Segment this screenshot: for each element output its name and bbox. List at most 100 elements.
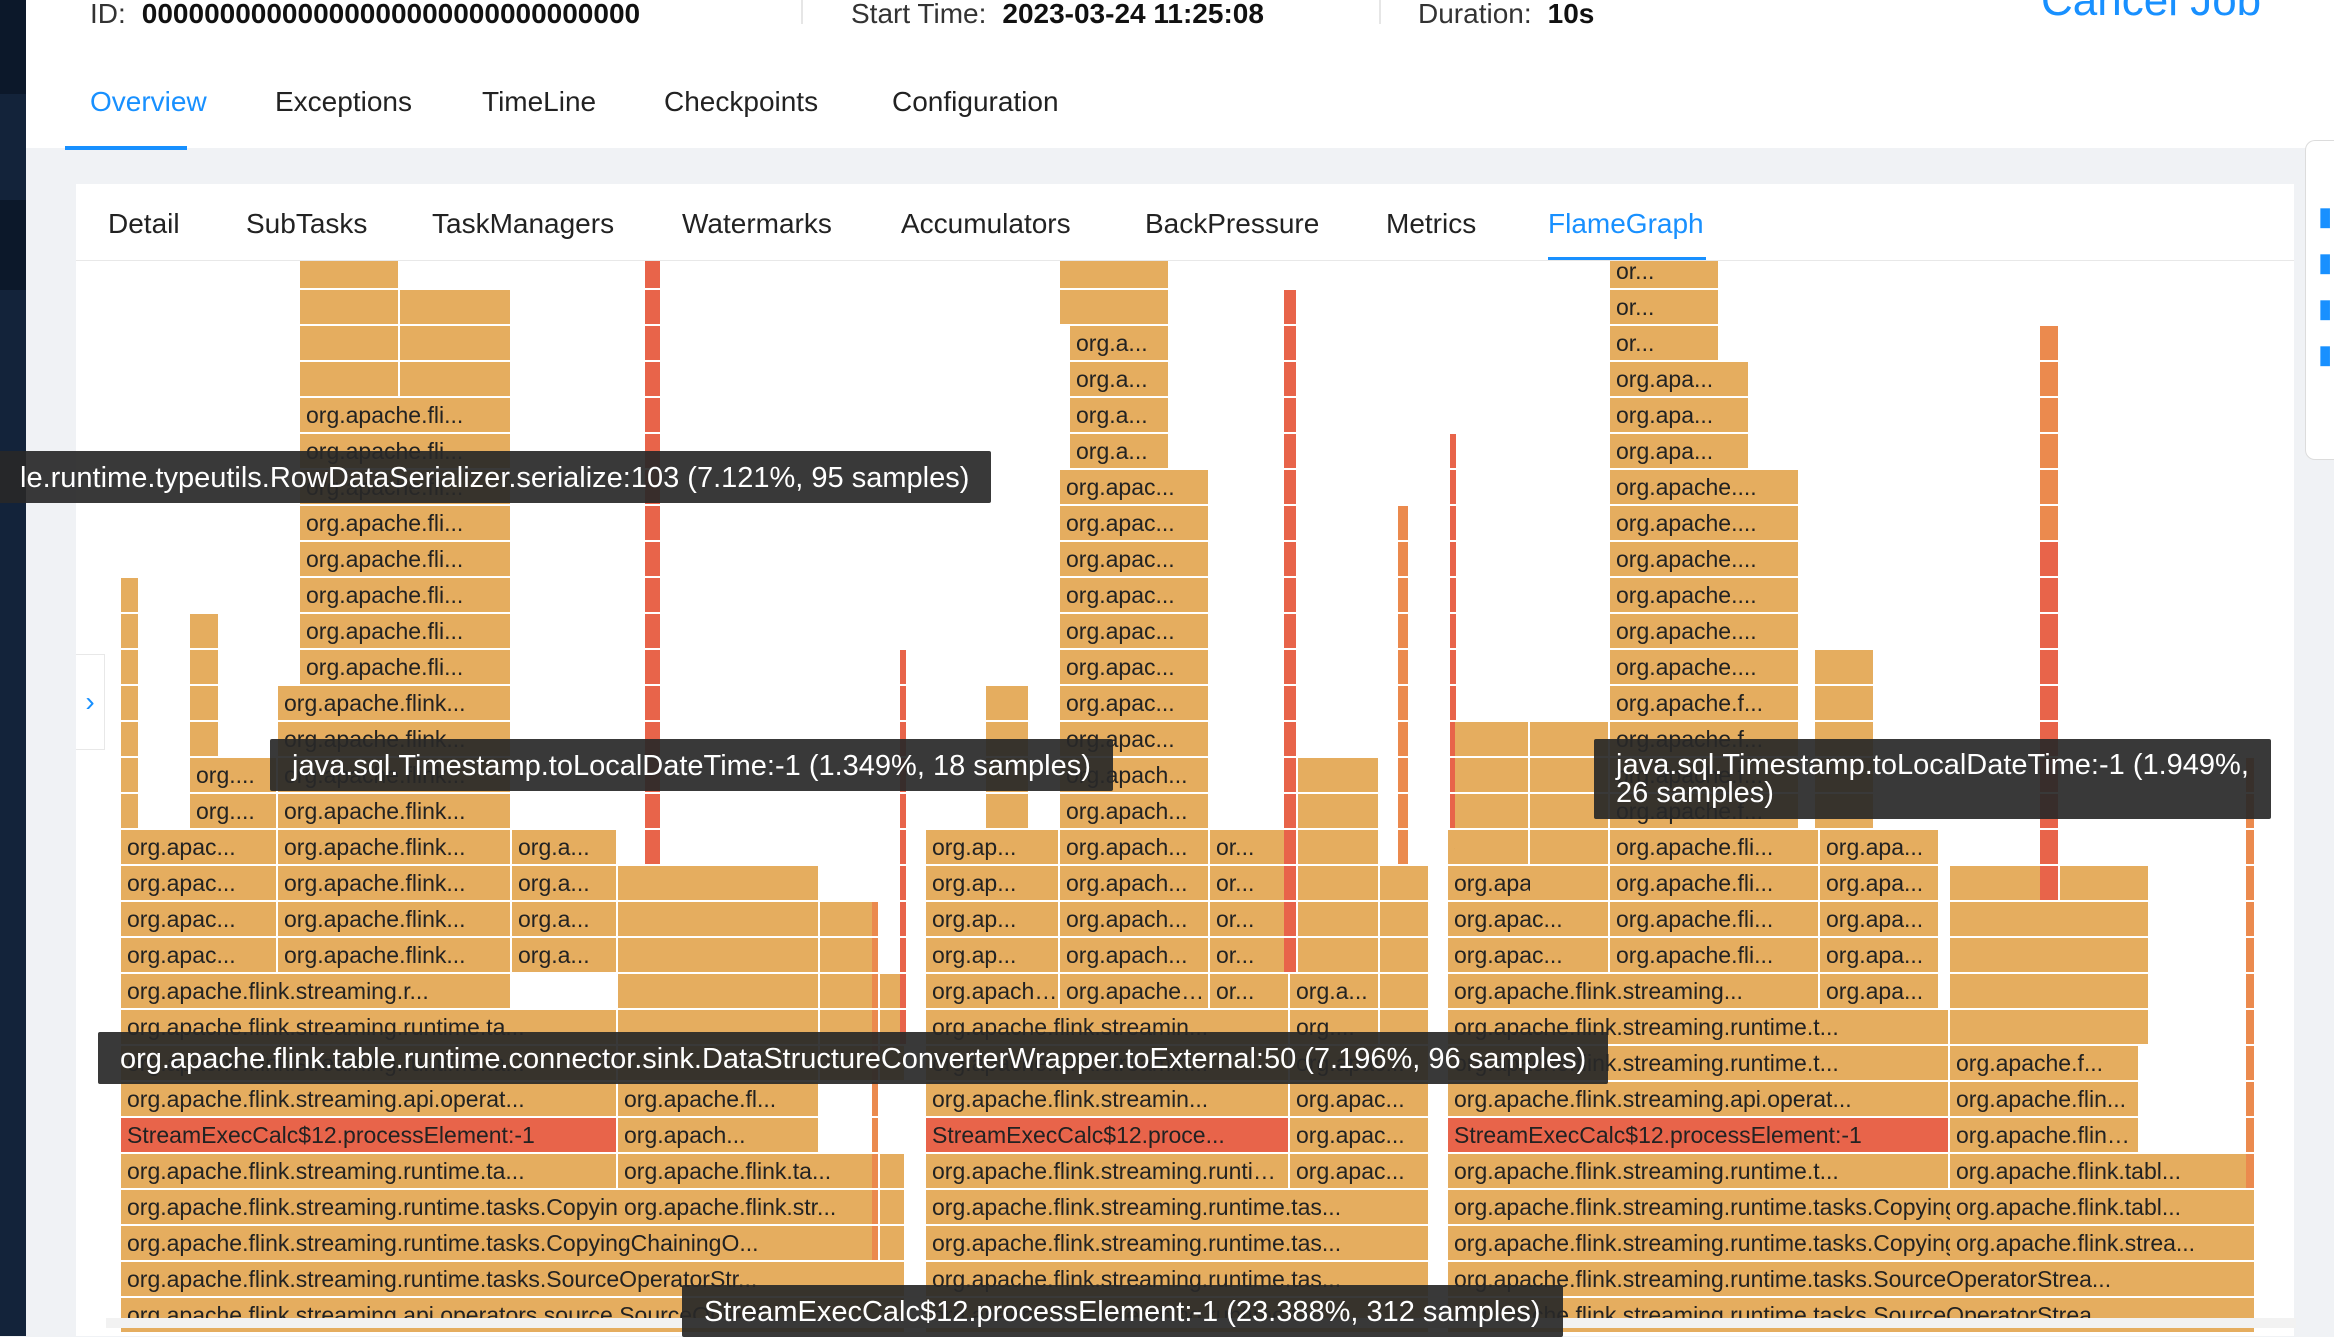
flame-frame[interactable]: org.apac... <box>1060 506 1210 542</box>
flame-frame[interactable]: org.ap... <box>926 866 1060 902</box>
flame-frame[interactable]: org.apache.flink.t... <box>1950 1118 2140 1154</box>
tab-metrics[interactable]: Metrics <box>1386 208 1476 240</box>
flame-frame[interactable] <box>986 686 1030 722</box>
flame-frame[interactable]: org.apac... <box>1060 542 1210 578</box>
flame-frame[interactable] <box>1290 758 1380 794</box>
flame-frame[interactable] <box>1398 758 1410 794</box>
flame-frame[interactable]: org.apache.flink.streaming.runtime.tas..… <box>926 1190 1430 1226</box>
flame-frame[interactable] <box>1455 830 1530 866</box>
flame-frame[interactable] <box>1284 650 1298 686</box>
flame-frame[interactable] <box>1284 290 1298 326</box>
flame-frame[interactable] <box>2040 866 2060 902</box>
flame-frame[interactable]: org.apache.fli... <box>300 578 512 614</box>
tab-accumulators[interactable]: Accumulators <box>901 208 1071 240</box>
flame-frame[interactable] <box>2246 938 2256 974</box>
flame-frame[interactable] <box>1450 470 1458 506</box>
flame-frame[interactable]: org.apache.flink.tabl... <box>1950 1154 2256 1190</box>
flame-frame[interactable] <box>1398 542 1410 578</box>
flame-frame[interactable] <box>645 650 662 686</box>
flame-frame[interactable] <box>1284 470 1298 506</box>
flame-frame[interactable] <box>1060 290 1170 326</box>
flame-frame[interactable]: org.apache.flink.streaming.runtime.tasks… <box>1448 1298 2256 1334</box>
flame-frame[interactable] <box>1398 650 1410 686</box>
flame-frame[interactable]: org.apache.fli... <box>1610 902 1820 938</box>
flame-frame[interactable] <box>2040 830 2060 866</box>
flame-frame[interactable] <box>1284 362 1298 398</box>
flame-frame[interactable]: or... <box>1210 866 1290 902</box>
flame-frame[interactable]: org.apa... <box>1610 434 1750 470</box>
flame-frame[interactable]: org.apache.fli... <box>1610 866 1820 902</box>
flame-frame[interactable] <box>1450 650 1458 686</box>
flame-frame[interactable] <box>900 866 908 902</box>
flame-frame[interactable]: org.apache.flink.strea... <box>1950 1226 2256 1262</box>
flame-frame[interactable] <box>1950 902 2150 938</box>
tab-flamegraph[interactable]: FlameGraph <box>1548 208 1704 240</box>
flame-frame[interactable] <box>2040 362 2060 398</box>
flame-frame[interactable] <box>190 686 220 722</box>
flame-frame[interactable] <box>872 1190 880 1226</box>
flame-frame[interactable] <box>2246 1082 2256 1118</box>
tab-overview[interactable]: Overview <box>90 86 207 118</box>
flame-frame[interactable] <box>1284 722 1298 758</box>
flame-frame[interactable]: org.apache.flink... <box>278 794 512 830</box>
flame-frame[interactable]: org.apac... <box>1060 650 1210 686</box>
flame-frame[interactable] <box>1950 938 2150 974</box>
flame-frame[interactable] <box>1284 902 1298 938</box>
flame-frame[interactable]: org.apache.flink.str... <box>926 974 1060 1010</box>
flame-frame[interactable] <box>645 290 662 326</box>
flame-frame[interactable] <box>1450 434 1458 470</box>
flame-frame[interactable] <box>1455 758 1530 794</box>
flame-frame[interactable] <box>618 902 820 938</box>
flame-frame[interactable]: org.apac... <box>1290 1154 1430 1190</box>
flame-frame[interactable]: org.apac... <box>121 902 278 938</box>
flame-frame[interactable] <box>1284 830 1298 866</box>
flame-frame[interactable] <box>900 974 908 1010</box>
flame-frame[interactable] <box>1815 650 1875 686</box>
flame-frame[interactable] <box>2246 1010 2256 1046</box>
flame-frame[interactable] <box>1284 794 1298 830</box>
flame-frame[interactable]: org.apache.... <box>1610 578 1800 614</box>
cancel-job-button[interactable]: Cancel Job <box>2041 0 2261 26</box>
flame-frame[interactable]: org.apac... <box>1290 1118 1430 1154</box>
tab-configuration[interactable]: Configuration <box>892 86 1059 118</box>
flame-frame[interactable]: org.apac... <box>1060 686 1210 722</box>
flame-frame[interactable] <box>2040 542 2060 578</box>
side-drawer-handle[interactable]: ▮ ▮ ▮ ▮ <box>2305 140 2334 460</box>
flame-frame[interactable]: or... <box>1210 830 1290 866</box>
flame-frame[interactable] <box>300 326 400 362</box>
tab-subtasks[interactable]: SubTasks <box>246 208 367 240</box>
flame-frame[interactable]: org.ap... <box>926 902 1060 938</box>
flame-frame[interactable] <box>1450 578 1458 614</box>
flame-frame[interactable] <box>1284 866 1298 902</box>
flame-frame[interactable] <box>190 650 220 686</box>
flame-frame[interactable]: org.apache.fli... <box>1610 938 1820 974</box>
flame-frame[interactable] <box>1398 794 1410 830</box>
flame-frame[interactable] <box>2246 830 2256 866</box>
flame-frame[interactable]: org.apache.flink... <box>278 866 512 902</box>
flame-frame[interactable] <box>1398 830 1410 866</box>
flame-frame[interactable] <box>1450 686 1458 722</box>
flame-frame[interactable] <box>121 650 140 686</box>
flame-frame[interactable]: org.apa... <box>1610 362 1750 398</box>
flame-frame[interactable] <box>1284 434 1298 470</box>
flame-frame[interactable] <box>1284 506 1298 542</box>
flame-frame[interactable]: org.apach... <box>1060 902 1210 938</box>
flame-frame[interactable]: StreamExecCalc$12.processElement:-1 <box>1448 1118 1950 1154</box>
flame-frame[interactable] <box>2246 902 2256 938</box>
flame-frame[interactable]: org.apache.flin... <box>1950 1082 2140 1118</box>
flame-frame[interactable]: org.apa... <box>1820 974 1940 1010</box>
flame-frame[interactable] <box>820 902 880 938</box>
flame-frame[interactable]: org.apache.flink.streaming.runtime.tasks… <box>121 1226 906 1262</box>
flame-frame[interactable] <box>645 830 662 866</box>
flame-frame[interactable]: org.apache.flink.tabl... <box>1950 1190 2256 1226</box>
tab-watermarks[interactable]: Watermarks <box>682 208 832 240</box>
flame-frame[interactable]: org.apache.flink.str... <box>618 1190 906 1226</box>
tab-exceptions[interactable]: Exceptions <box>275 86 412 118</box>
flame-frame[interactable]: or... <box>1210 974 1290 1010</box>
flame-frame[interactable]: org.apache.flink... <box>278 830 512 866</box>
flame-frame[interactable]: org.apache.fli... <box>300 650 512 686</box>
flame-frame[interactable] <box>900 938 908 974</box>
flame-frame[interactable] <box>1380 974 1430 1010</box>
flame-frame[interactable]: org.apache.fli... <box>300 542 512 578</box>
flame-frame[interactable]: org.apach... <box>1060 866 1210 902</box>
